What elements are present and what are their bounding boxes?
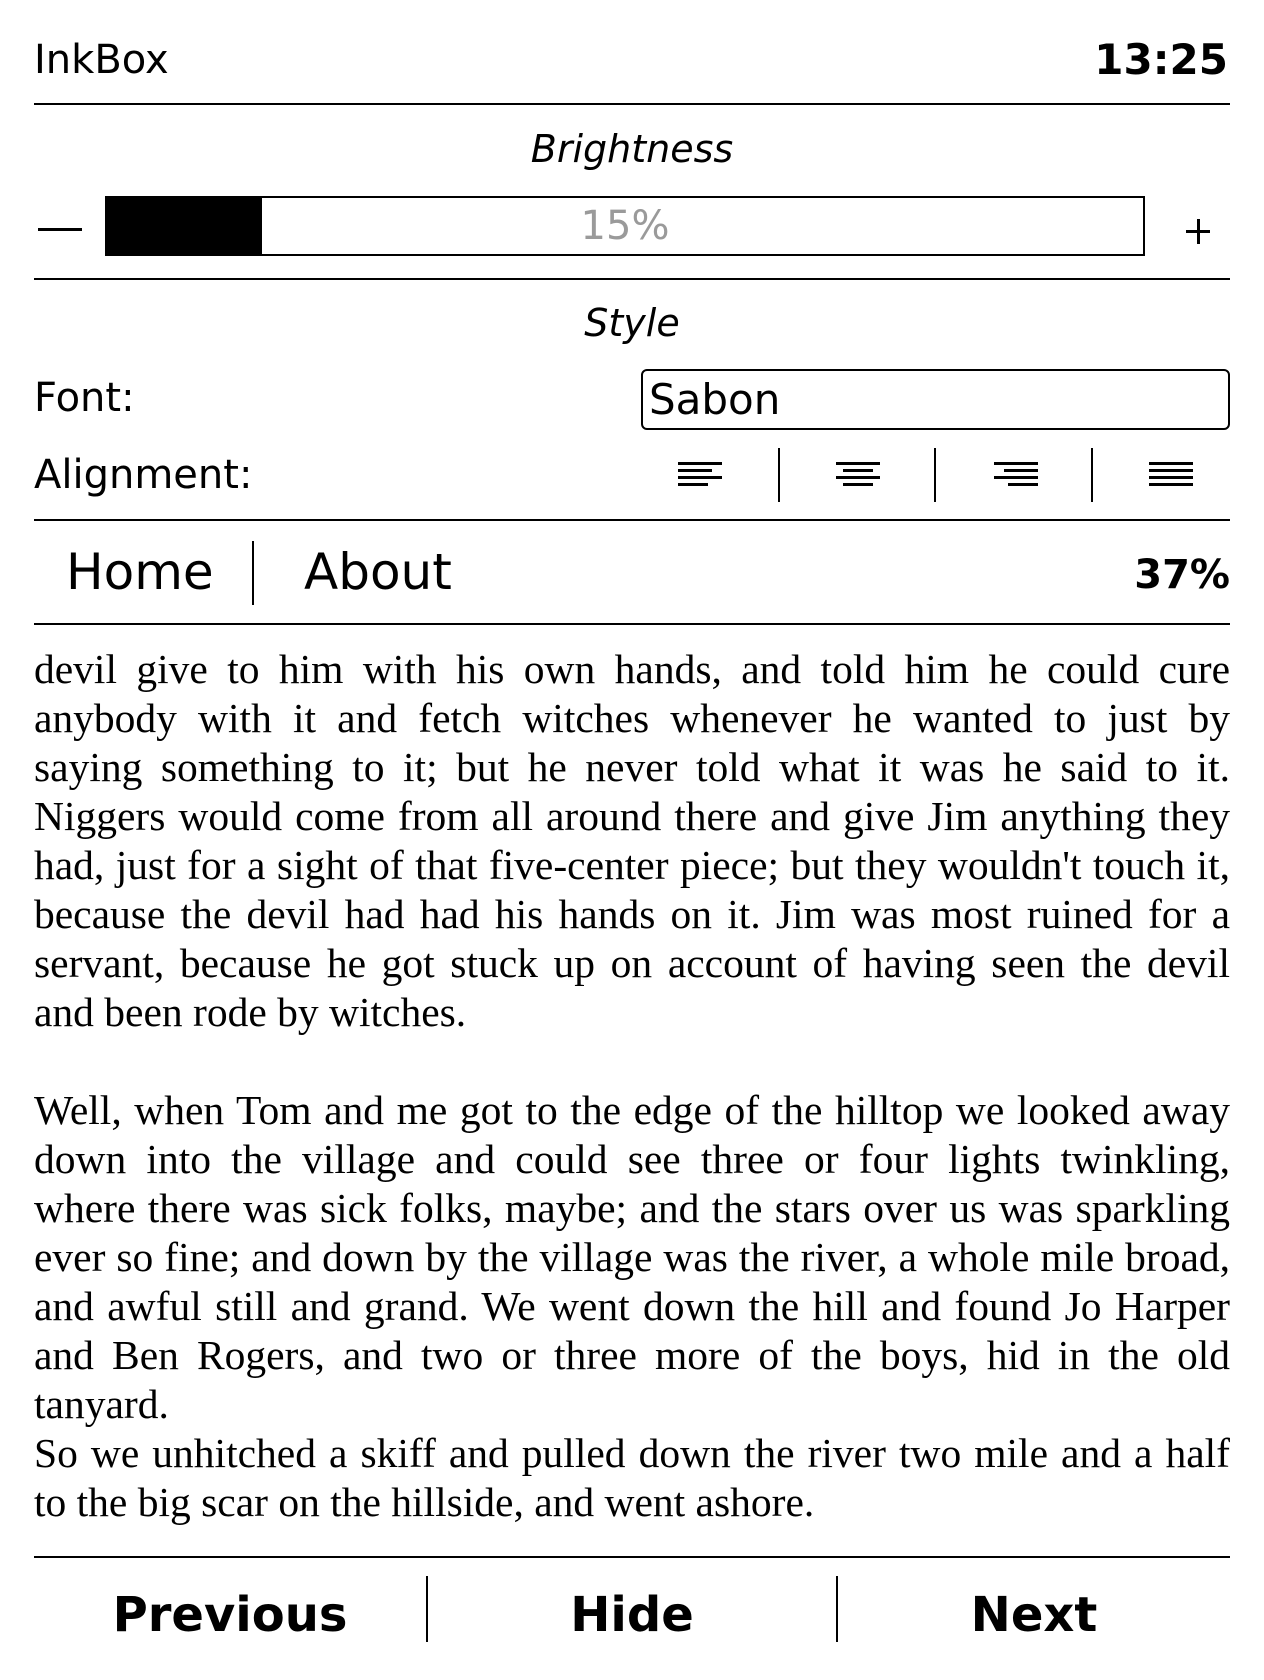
previous-button[interactable]: Previous: [34, 1582, 426, 1648]
font-select[interactable]: Sabon: [641, 369, 1230, 430]
hide-button[interactable]: Hide: [428, 1582, 836, 1648]
font-label: Font:: [34, 375, 135, 421]
brightness-decrease-button[interactable]: [34, 206, 86, 246]
align-center-icon: [836, 462, 880, 492]
separator: [252, 541, 254, 605]
brightness-increase-button[interactable]: [1172, 210, 1224, 250]
divider: [34, 623, 1230, 625]
app-name: InkBox: [34, 37, 169, 83]
clock: 13:25: [1094, 35, 1228, 84]
paragraph: So we unhitched a skiff and pulled down …: [34, 1430, 1230, 1525]
next-button[interactable]: Next: [838, 1582, 1230, 1648]
divider: [34, 519, 1230, 521]
reading-progress: 37%: [1134, 552, 1230, 598]
align-right-button[interactable]: [936, 448, 1092, 502]
align-justify-icon: [1149, 462, 1193, 492]
divider: [34, 103, 1230, 105]
paragraph: devil give to him with his own hands, an…: [34, 646, 1230, 1035]
paragraph: Well, when Tom and me got to the edge of…: [34, 1087, 1230, 1427]
align-right-icon: [994, 462, 1038, 492]
brightness-value: 15%: [580, 203, 670, 249]
align-left-button[interactable]: [624, 448, 780, 502]
alignment-label: Alignment:: [34, 452, 253, 498]
brightness-title: Brightness: [530, 127, 734, 171]
style-title: Style: [584, 301, 680, 345]
align-justify-button[interactable]: [1093, 448, 1249, 502]
tab-about[interactable]: About: [304, 540, 452, 604]
divider: [34, 1556, 1230, 1558]
brightness-slider[interactable]: 15%: [105, 196, 1145, 256]
divider: [34, 278, 1230, 280]
align-center-button[interactable]: [780, 448, 936, 502]
tab-home[interactable]: Home: [66, 540, 214, 604]
book-text: devil give to him with his own hands, an…: [34, 645, 1230, 1527]
align-left-icon: [678, 462, 722, 492]
